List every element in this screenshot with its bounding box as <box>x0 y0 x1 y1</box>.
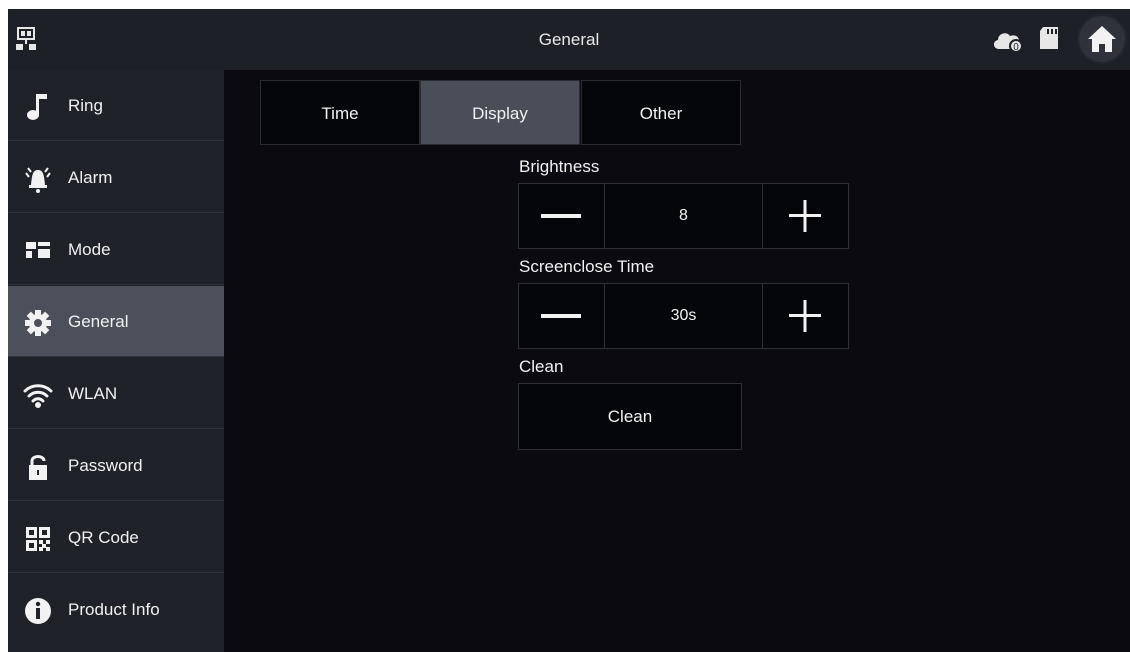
clean-button[interactable]: Clean <box>518 383 742 450</box>
sidebar-item-alarm[interactable]: Alarm <box>8 142 224 213</box>
brightness-value: 8 <box>604 183 763 249</box>
sidebar-item-password[interactable]: Password <box>8 430 224 501</box>
page-title: General <box>538 30 600 49</box>
tab-display[interactable]: Display <box>420 80 580 145</box>
sidebar-item-general[interactable]: General <box>8 286 224 357</box>
music-note-icon <box>23 92 53 122</box>
minus-icon <box>541 314 581 318</box>
minus-icon <box>541 214 581 218</box>
screenclose-time-label: Screenclose Time <box>519 257 655 276</box>
brightness-label: Brightness <box>519 157 600 176</box>
info-icon <box>23 596 53 626</box>
sidebar-item-label: Alarm <box>68 168 113 187</box>
device-screen: General 0 Ring Alarm Mode General WLAN P… <box>8 9 1130 652</box>
wifi-icon <box>23 380 53 410</box>
home-button[interactable] <box>1077 14 1127 64</box>
sidebar-item-label: WLAN <box>68 384 118 403</box>
qr-code-icon <box>23 524 53 554</box>
screenclose-time-value: 30s <box>604 283 763 349</box>
sd-card-icon[interactable] <box>1038 25 1060 51</box>
alarm-bell-icon <box>23 164 53 194</box>
clean-label: Clean <box>519 357 564 376</box>
sidebar-item-label: QR Code <box>68 528 139 547</box>
sidebar-item-product-info[interactable]: Product Info <box>8 574 224 645</box>
sidebar-item-mode[interactable]: Mode <box>8 214 224 285</box>
tab-other[interactable]: Other <box>581 80 741 145</box>
sidebar-item-label: Mode <box>68 240 111 259</box>
plus-icon <box>789 200 821 232</box>
gear-icon <box>23 308 53 338</box>
plus-icon <box>789 300 821 332</box>
svg-text:0: 0 <box>1013 42 1019 53</box>
home-icon <box>1088 26 1116 52</box>
sidebar-item-wlan[interactable]: WLAN <box>8 358 224 429</box>
sidebar-item-label: General <box>68 312 129 331</box>
sidebar: Ring Alarm Mode General WLAN Password QR… <box>8 70 224 652</box>
brightness-increase-button[interactable] <box>762 183 849 249</box>
screenclose-increase-button[interactable] <box>762 283 849 349</box>
sidebar-item-label: Product Info <box>68 600 160 619</box>
top-bar: General 0 <box>8 9 1130 70</box>
sidebar-item-qr-code[interactable]: QR Code <box>8 502 224 573</box>
brightness-decrease-button[interactable] <box>518 183 605 249</box>
mode-grid-icon <box>23 236 53 266</box>
screenclose-decrease-button[interactable] <box>518 283 605 349</box>
sidebar-item-label: Password <box>68 456 143 475</box>
sidebar-item-ring[interactable]: Ring <box>8 70 224 141</box>
sidebar-item-label: Ring <box>68 96 103 115</box>
cloud-icon[interactable]: 0 <box>991 27 1025 53</box>
lock-icon <box>23 452 53 482</box>
tab-time[interactable]: Time <box>260 80 420 145</box>
